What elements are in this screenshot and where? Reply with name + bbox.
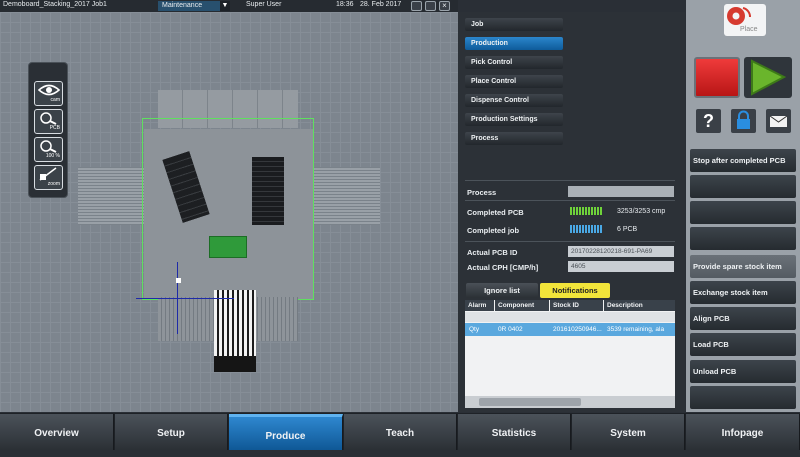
stop-after-pcb-button[interactable]: Stop after completed PCB (690, 149, 796, 172)
start-button[interactable] (744, 57, 792, 98)
stop-button[interactable] (694, 57, 740, 98)
zoom-icon (39, 167, 57, 181)
crosshair-horizontal (136, 298, 234, 299)
action-button-empty[interactable] (690, 175, 796, 198)
clock-time: 18:36 (336, 1, 354, 8)
horizontal-scrollbar[interactable] (465, 396, 675, 408)
cell-component: 0R 0402 (498, 326, 523, 333)
menu-production-settings[interactable]: Production Settings (465, 113, 563, 126)
menu-place-control[interactable]: Place Control (465, 75, 563, 88)
actual-pcb-id-label: Actual PCB ID (467, 248, 518, 257)
mail-icon[interactable] (766, 109, 791, 133)
tab-setup[interactable]: Setup (115, 414, 228, 450)
green-component (209, 236, 247, 258)
scrollbar-thumb[interactable] (479, 398, 581, 406)
tab-statistics[interactable]: Statistics (458, 414, 571, 450)
completed-pcb-label: Completed PCB (467, 208, 524, 217)
menu-pick-control[interactable]: Pick Control (465, 56, 563, 69)
pcb-outline (142, 118, 314, 300)
conveyor-left (78, 167, 144, 225)
menu-job[interactable]: Job (465, 18, 563, 31)
actual-cph-label: Actual CPH [CMP/h] (467, 263, 539, 272)
play-icon (751, 59, 787, 96)
zoom-100-label: 100 % (45, 153, 60, 159)
tab-produce[interactable]: Produce (229, 414, 343, 450)
cell-alarm: Qty (469, 326, 480, 333)
pcb-search-icon (40, 112, 57, 125)
job-title: Demoboard_Stacking_2017 Job1 (3, 1, 107, 8)
zoom-label: zoom (47, 181, 60, 187)
cell-stock-id: 201610250946... (553, 326, 602, 333)
pcb-label: PCB (49, 125, 60, 131)
completed-job-bar (570, 225, 603, 233)
tab-system[interactable]: System (572, 414, 685, 450)
action-button-empty[interactable] (690, 201, 796, 224)
tab-overview[interactable]: Overview (0, 414, 114, 450)
minimize-icon[interactable] (411, 1, 422, 11)
menu-process[interactable]: Process (465, 132, 563, 145)
exchange-stock-button[interactable]: Exchange stock item (690, 281, 796, 304)
menu-production[interactable]: Production (465, 37, 563, 50)
notifications-table: Alarm Component Stock ID Description (465, 300, 675, 408)
chevron-down-icon[interactable]: ▼ (220, 1, 230, 11)
align-pcb-button[interactable]: Align PCB (690, 307, 796, 330)
divider (465, 200, 675, 201)
eplace-logo-icon (727, 7, 752, 25)
close-icon[interactable]: × (439, 1, 450, 11)
user-name: Super User (246, 1, 282, 8)
process-bar (568, 186, 674, 197)
camera-tools: cam PCB 100 % zoom (28, 62, 68, 198)
tab-notifications[interactable]: Notifications (540, 283, 610, 298)
zoom-button[interactable]: zoom (34, 165, 63, 190)
restore-icon[interactable] (425, 1, 436, 11)
zoom-100-icon (40, 140, 57, 153)
actual-cph-value: 4605 (568, 261, 674, 272)
title-bar: Demoboard_Stacking_2017 Job1 Maintenance… (0, 0, 458, 12)
tab-ignore-list[interactable]: Ignore list (466, 283, 538, 298)
help-icon[interactable]: ? (696, 109, 721, 133)
crosshair-marker (176, 278, 181, 283)
completed-pcb-value: 3253/3253 cmp (617, 208, 666, 215)
column-header-alarm[interactable]: Alarm (465, 300, 494, 311)
menu-dispense-control[interactable]: Dispense Control (465, 94, 563, 107)
process-label: Process (467, 188, 497, 197)
cell-description: 3539 remaining, ala (607, 326, 665, 333)
cam-button[interactable]: cam (34, 81, 63, 106)
table-filter-row (465, 312, 675, 322)
logo: Place (724, 4, 766, 36)
unload-pcb-button[interactable]: Unload PCB (690, 360, 796, 383)
provide-spare-stock-button[interactable]: Provide spare stock item (690, 255, 796, 278)
mode-select[interactable]: Maintenance (158, 1, 220, 11)
column-header-description[interactable]: Description (604, 300, 675, 311)
divider (465, 180, 675, 181)
actual-pcb-id-value: 20170228120218-691-PA69 (568, 246, 674, 257)
clock-date: 28. Feb 2017 (360, 1, 402, 8)
component-tray-2 (252, 157, 284, 225)
logo-text: Place (740, 26, 758, 33)
eye-icon (38, 84, 60, 96)
cam-label: cam (50, 97, 60, 103)
lock-icon[interactable] (731, 109, 756, 133)
completed-job-value: 6 PCB (617, 226, 638, 233)
tab-teach[interactable]: Teach (344, 414, 457, 450)
column-header-stock-id[interactable]: Stock ID (550, 300, 603, 311)
completed-job-label: Completed job (467, 226, 520, 235)
tab-infopage[interactable]: Infopage (686, 414, 800, 450)
load-pcb-button[interactable]: Load PCB (690, 333, 796, 356)
completed-pcb-bar (570, 207, 603, 215)
feeder-base (214, 356, 256, 372)
action-button-empty[interactable] (690, 386, 796, 409)
column-header-component[interactable]: Component (495, 300, 549, 311)
pcb-button[interactable]: PCB (34, 109, 63, 134)
divider (465, 241, 675, 242)
action-button-empty[interactable] (690, 227, 796, 250)
zoom-100-button[interactable]: 100 % (34, 137, 63, 162)
conveyor-right (314, 167, 380, 225)
camera-view[interactable] (0, 12, 458, 412)
